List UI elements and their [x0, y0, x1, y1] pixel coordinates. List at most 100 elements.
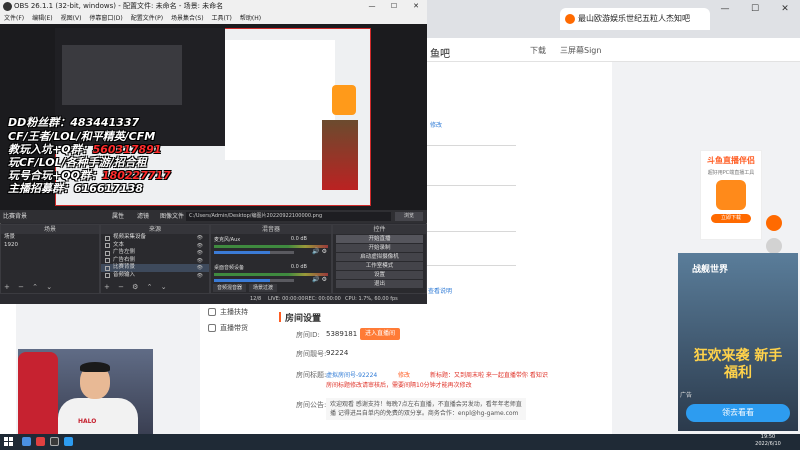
- text-source-icon: [105, 243, 110, 248]
- title-notice-text: 房间标题修改请审核后，需要间隔10分钟才能再次修改: [326, 382, 472, 389]
- obs-logo-icon: [3, 2, 12, 11]
- room-id-label: 房间ID:: [296, 331, 320, 339]
- douyu-tool-ad[interactable]: 斗鱼直播伴侣 超好用PC端直播工具 立即下载: [700, 150, 762, 240]
- menu-scene-collection[interactable]: 场景集合(S): [171, 13, 204, 24]
- speaker-icon[interactable]: 🔊 ⚙: [312, 276, 327, 283]
- scenes-dock-title: 场景: [1, 225, 99, 234]
- tab-audio-mixer[interactable]: 音频混音器: [213, 284, 247, 292]
- source-item[interactable]: 广告右侧 👁: [101, 257, 209, 265]
- sources-dock-title: 来源: [101, 225, 209, 234]
- mixer-dock-title: 混音器: [211, 225, 331, 234]
- cart-icon: [208, 324, 216, 332]
- menu-file[interactable]: 文件(F): [4, 13, 24, 24]
- tab-scene-transitions[interactable]: 场景过渡: [249, 284, 278, 292]
- sidebar-item-label: 主播扶持: [220, 308, 248, 316]
- nested-obs-inner: [62, 45, 182, 105]
- controls-dock: 控件 开始直播 开始录制 启动虚拟摄像机 工作室模式 设置 退出: [332, 224, 427, 294]
- scene-item[interactable]: 1920: [1, 242, 99, 250]
- tray-clock[interactable]: 19:50 2022/6/10: [748, 434, 788, 448]
- mixer-tabs: 音频混音器 场景过渡: [213, 284, 278, 292]
- browser-icon[interactable]: [36, 437, 45, 446]
- obs-menubar: 文件(F) 编辑(E) 视图(V) 停靠窗口(D) 配置文件(P) 场景集合(S…: [0, 13, 427, 24]
- image-source-icon: [105, 265, 110, 271]
- fader-fill: [214, 251, 270, 254]
- source-item[interactable]: 文本 👁: [101, 242, 209, 250]
- channel-db: 0.0 dB: [290, 236, 307, 242]
- edit-link-top[interactable]: 修改: [430, 120, 442, 129]
- obs-window-controls: — ☐ ✕: [361, 0, 800, 13]
- volume-fader[interactable]: [214, 251, 294, 254]
- scene-dock-controls[interactable]: + − ⌃ ⌄: [4, 283, 55, 291]
- camera-source-icon: [105, 235, 110, 241]
- virtual-camera-button[interactable]: 启动虚拟摄像机: [336, 253, 423, 261]
- room-notice-label: 房间公告:: [296, 401, 327, 409]
- search-icon[interactable]: [22, 437, 31, 446]
- obs-close-button[interactable]: ✕: [405, 0, 427, 13]
- menu-docks[interactable]: 停靠窗口(D): [89, 13, 122, 24]
- source-item[interactable]: 视频采集设备 👁: [101, 234, 209, 242]
- scene-item[interactable]: 场景: [1, 234, 99, 242]
- home-circle-icon[interactable]: [766, 238, 782, 254]
- browser-tab-title: 最山欧游娱乐世纪五粒人杰知吧: [578, 14, 690, 23]
- nested-game-ad: [322, 120, 358, 190]
- menu-profile[interactable]: 配置文件(P): [131, 13, 163, 24]
- new-title-text: 新标题：又到周末啦 来一起直播带你 看知识: [430, 372, 548, 379]
- menu-edit[interactable]: 编辑(E): [32, 13, 52, 24]
- obs-taskbar-icon[interactable]: [50, 437, 59, 446]
- image-path-field[interactable]: C:/Users/Admin/Desktop/编图片20220922100000…: [186, 212, 391, 221]
- sidebar-item-support[interactable]: 主播扶持: [200, 304, 270, 320]
- speaker-icon[interactable]: 🔊 ⚙: [312, 248, 327, 255]
- source-item-selected[interactable]: 比赛背景 👁: [101, 264, 209, 272]
- room-settings-title: 房间设置: [278, 311, 321, 324]
- overlay-recruit: 主播招募群：616617138: [8, 182, 143, 195]
- game-ad-title: 战舰世界: [692, 265, 729, 275]
- user-menu[interactable]: 三屏幕Sign: [560, 45, 601, 56]
- sidebar-item-sales[interactable]: 直播带货: [200, 320, 270, 336]
- download-button[interactable]: 下载: [530, 45, 546, 56]
- audio-source-icon: [105, 273, 110, 278]
- room-id-value: 5389181: [326, 330, 358, 338]
- menu-help[interactable]: 帮助(H): [240, 13, 261, 24]
- obs-title: OBS 26.1.1 (32-bit, windows) - 配置文件: 未命名…: [14, 2, 224, 10]
- game-ad-button[interactable]: 领去看看: [686, 404, 790, 422]
- obs-minimize-button[interactable]: —: [361, 0, 383, 13]
- douyu-logo-icon: [716, 180, 746, 210]
- edit-title-link[interactable]: 修改: [398, 370, 410, 379]
- properties-button[interactable]: 属性: [112, 210, 124, 223]
- room-notice-textarea[interactable]: 欢迎观看 感谢支持！每晚7点左右直播，不直播会另发动，看年年老师直播 记得进吕自…: [326, 398, 526, 420]
- live-timer: LIVE: 00:00:00: [268, 296, 305, 302]
- exit-button[interactable]: 退出: [336, 280, 423, 288]
- room-title-link[interactable]: 虚拟房间号-92224: [326, 370, 377, 379]
- start-streaming-button[interactable]: 开始直播: [336, 235, 423, 243]
- source-item[interactable]: 广告左侧 👁: [101, 249, 209, 257]
- streamer-shirt: [58, 398, 138, 434]
- selected-source-name: 比赛背景: [3, 213, 28, 220]
- level-meter: [214, 245, 328, 248]
- volume-fader[interactable]: [214, 279, 294, 282]
- windows-start-icon[interactable]: [4, 437, 13, 446]
- channel-name: 桌面音频设备: [214, 265, 245, 271]
- enter-room-button[interactable]: 进入直播间: [360, 328, 400, 340]
- studio-mode-button[interactable]: 工作室模式: [336, 262, 423, 270]
- filters-button[interactable]: 滤镜: [137, 210, 149, 223]
- room-number-label: 房间靓号:: [296, 350, 327, 358]
- settings-button[interactable]: 设置: [336, 271, 423, 279]
- nested-douyu-ad: [332, 85, 356, 115]
- douyu-favicon-icon: [565, 14, 575, 24]
- channel-name: 麦克风/Aux: [214, 237, 241, 243]
- visibility-eye-icon[interactable]: 👁: [197, 273, 203, 281]
- room-number-value: 92224: [326, 349, 349, 357]
- ad-download-button[interactable]: 立即下载: [711, 214, 751, 223]
- source-item[interactable]: 音频输入 👁: [101, 272, 209, 280]
- qq-icon[interactable]: [64, 437, 73, 446]
- menu-view[interactable]: 视图(V): [61, 13, 82, 24]
- source-dock-controls[interactable]: + − ⚙ ⌃ ⌄: [104, 283, 170, 291]
- start-recording-button[interactable]: 开始录制: [336, 244, 423, 252]
- controls-dock-title: 控件: [333, 225, 426, 234]
- play-circle-icon[interactable]: [766, 215, 782, 231]
- view-instructions-link[interactable]: 查看说明: [428, 286, 452, 295]
- obs-maximize-button[interactable]: ☐: [383, 0, 405, 13]
- menu-tools[interactable]: 工具(T): [212, 13, 232, 24]
- browse-button[interactable]: 浏览: [395, 212, 423, 221]
- game-ad-slogan: 狂欢来袭 新手福利: [693, 348, 783, 381]
